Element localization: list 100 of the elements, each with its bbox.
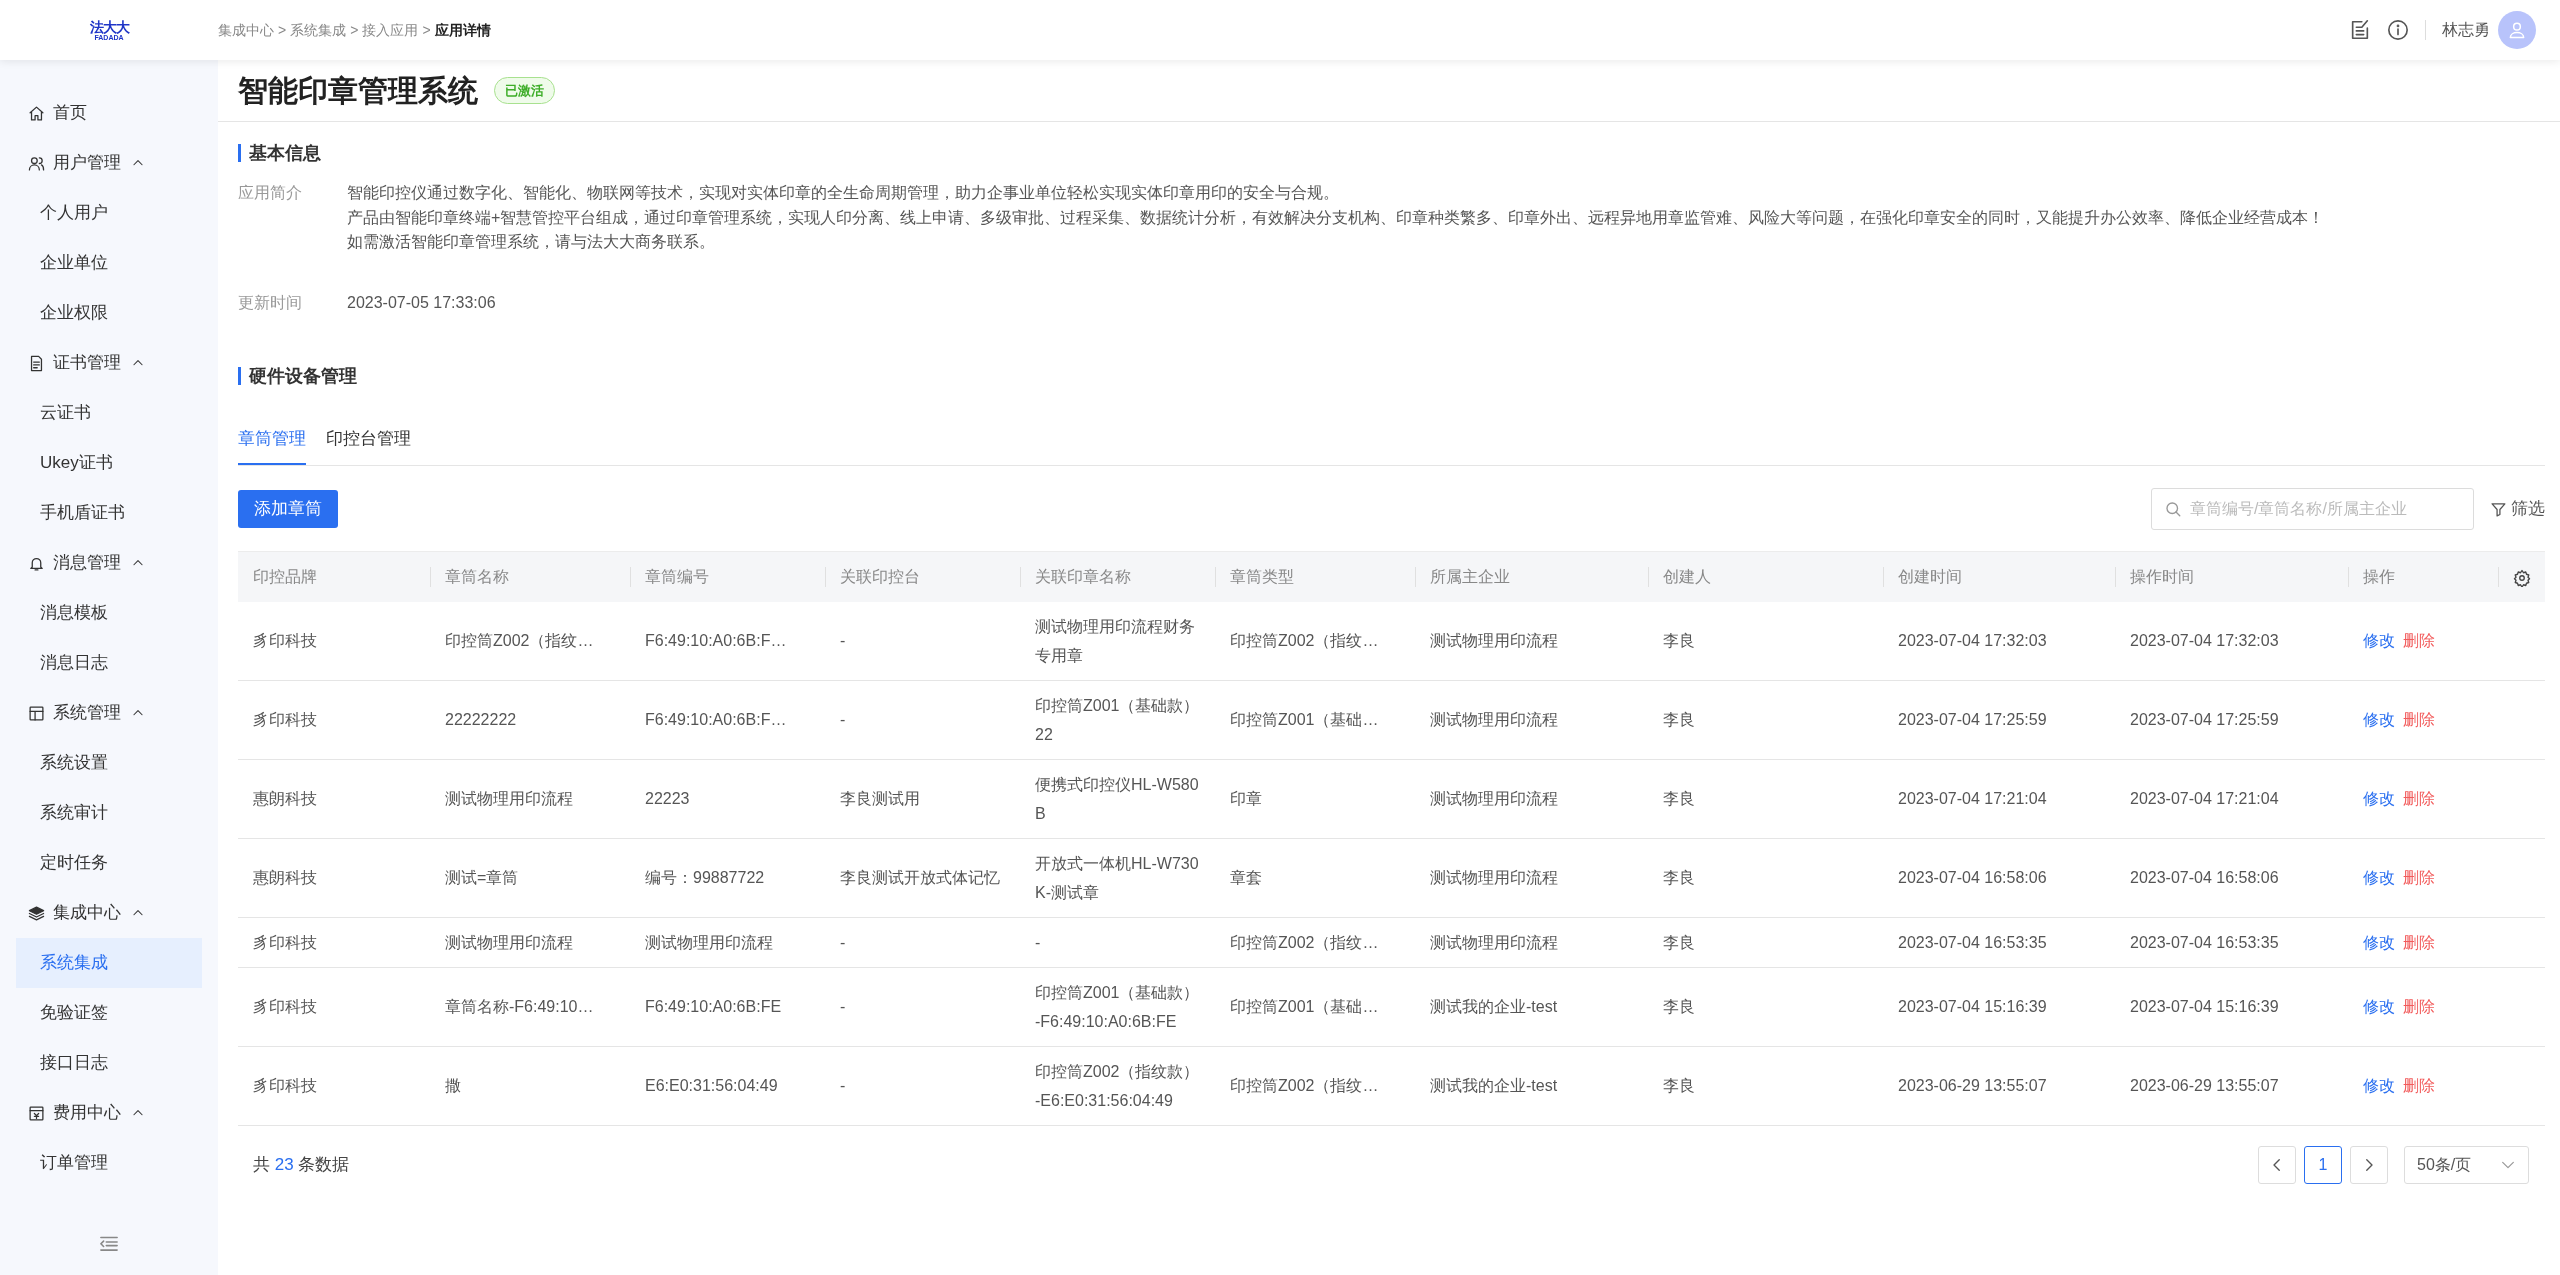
sidebar-subitem[interactable]: 企业权限 xyxy=(16,288,202,338)
total-count-text: 共 23 条数据 xyxy=(253,1153,350,1176)
table-cell: 测试物理用印流程 xyxy=(1415,680,1648,759)
page-button[interactable]: 1 xyxy=(2304,1145,2342,1184)
filter-label: 筛选 xyxy=(2511,498,2545,521)
layout-icon xyxy=(28,704,45,722)
table-cell: 测试物理用印流程 xyxy=(430,917,630,967)
home-icon xyxy=(28,104,45,122)
layers-icon xyxy=(28,904,45,922)
breadcrumb-link[interactable]: 系统集成 xyxy=(290,19,347,41)
tab[interactable]: 印控台管理 xyxy=(326,415,411,465)
field-value: 产品由智能印章终端+智慧管控平台组成，通过印章管理系统，实现人印分离、线上申请、多级审批、过程采集、数据统计分析，有效解决分支机构、印章种类繁多、印章外出、远程异地用章监管难、风险大等问题，在强化印章安全的同时，又能提升办公效率、降低企业经营成本！ xyxy=(347,207,2325,228)
table-cell: 测试物理用印流程 xyxy=(430,759,630,838)
user-name[interactable]: 林志勇 xyxy=(2442,18,2490,42)
invoice-icon xyxy=(28,1104,45,1122)
sidebar-item[interactable]: 集成中心 xyxy=(53,900,121,926)
table-cell: 测试我的企业-test xyxy=(1415,1046,1648,1125)
settings-icon[interactable] xyxy=(2513,568,2531,587)
table-cell: 李良测试用 xyxy=(825,759,1020,838)
add-button[interactable]: 添加章筒 xyxy=(238,490,338,528)
edit-link[interactable]: 修改 xyxy=(2363,632,2395,649)
table-cell: 李良 xyxy=(1648,917,1883,967)
table-cell: 2023-06-29 13:55:07 xyxy=(1883,1046,2115,1125)
table-cell: 印控筒Z001（基础款）-F6:49:10:A0:6B:FE xyxy=(1020,967,1215,1046)
section-heading: 基本信息 xyxy=(238,144,2545,162)
sidebar-item[interactable]: 用户管理 xyxy=(53,150,121,176)
column-header: 关联印控台 xyxy=(825,551,1020,602)
table-cell: 2023-06-29 13:55:07 xyxy=(2115,1046,2348,1125)
table-cell: 2023-07-04 15:16:39 xyxy=(2115,967,2348,1046)
sidebar-subitem[interactable]: 免验证签 xyxy=(16,988,202,1038)
table-cell: 豸印科技 xyxy=(238,601,430,680)
column-header: 章筒编号 xyxy=(630,551,825,602)
table-cell: 豸印科技 xyxy=(238,1046,430,1125)
table-cell: - xyxy=(825,680,1020,759)
table-cell: 李良 xyxy=(1648,1046,1883,1125)
sidebar-subitem[interactable]: 定时任务 xyxy=(16,838,202,888)
edit-link[interactable]: 修改 xyxy=(2363,1077,2395,1094)
column-header: 创建人 xyxy=(1648,551,1883,602)
sidebar-item[interactable]: 证书管理 xyxy=(53,350,121,376)
table-cell: F6:49:10:A0:6B:F… xyxy=(630,601,825,680)
breadcrumb-link[interactable]: 接入应用 xyxy=(362,19,419,41)
table-cell: 2023-07-04 16:53:35 xyxy=(2115,917,2348,967)
field-label: 应用简介 xyxy=(238,183,303,203)
edit-note-icon[interactable] xyxy=(2349,19,2371,41)
edit-link[interactable]: 修改 xyxy=(2363,790,2395,807)
table-cell: - xyxy=(825,967,1020,1046)
sidebar-item[interactable]: 费用中心 xyxy=(53,1100,121,1126)
breadcrumb-separator: > xyxy=(350,20,359,40)
table-cell: 印控筒Z001（基础款）22 xyxy=(1020,680,1215,759)
table-cell: 豸印科技 xyxy=(238,917,430,967)
sidebar-subitem[interactable]: 系统审计 xyxy=(16,788,202,838)
tab[interactable]: 章筒管理 xyxy=(238,415,306,465)
table-cell: - xyxy=(825,601,1020,680)
edit-link[interactable]: 修改 xyxy=(2363,869,2395,886)
sidebar-subitem[interactable]: 个人用户 xyxy=(16,188,202,238)
table-cell: 测试物理用印流程 xyxy=(1415,601,1648,680)
edit-link[interactable]: 修改 xyxy=(2363,998,2395,1015)
sidebar-item[interactable]: 首页 xyxy=(53,100,87,126)
sidebar-subitem[interactable]: 系统设置 xyxy=(16,738,202,788)
table-cell: 撒 xyxy=(430,1046,630,1125)
table-cell: 2023-07-04 16:53:35 xyxy=(1883,917,2115,967)
table-cell: 李良 xyxy=(1648,838,1883,917)
table-cell: 测试物理用印流程 xyxy=(630,917,825,967)
table-cell: - xyxy=(1020,917,1215,967)
table-cell: 测试物理用印流程 xyxy=(1415,917,1648,967)
table-cell: 22223 xyxy=(630,759,825,838)
info-icon[interactable] xyxy=(2387,19,2409,41)
sidebar-subitem[interactable]: 消息日志 xyxy=(16,638,202,688)
search-field[interactable]: 章筒编号/章筒名称/所属主企业 xyxy=(2151,488,2474,530)
page-size-value: 50条/页 xyxy=(2417,1154,2472,1175)
table-cell: F6:49:10:A0:6B:FE xyxy=(630,967,825,1046)
sidebar-item[interactable]: 消息管理 xyxy=(53,550,121,576)
field-label: 更新时间 xyxy=(238,292,303,313)
table-cell: - xyxy=(825,917,1020,967)
sidebar-subitem[interactable]: 手机盾证书 xyxy=(16,488,202,538)
sidebar-item[interactable]: 系统管理 xyxy=(53,700,121,726)
table-cell: 印控筒Z002（指纹… xyxy=(1215,601,1415,680)
breadcrumb-link[interactable]: 集成中心 xyxy=(218,19,274,41)
edit-link[interactable]: 修改 xyxy=(2363,933,2395,951)
table-cell: 2023-07-04 17:32:03 xyxy=(2115,601,2348,680)
sidebar-subitem[interactable]: 企业单位 xyxy=(16,238,202,288)
table-cell: 2023-07-04 17:21:04 xyxy=(1883,759,2115,838)
field-value: 如需激活智能印章管理系统，请与法大大商务联系。 xyxy=(347,232,716,252)
sidebar-subitem[interactable]: 云证书 xyxy=(16,388,202,438)
table-cell: 测试我的企业-test xyxy=(1415,967,1648,1046)
table-cell: 22222222 xyxy=(430,680,630,759)
filter-button[interactable]: 筛选 xyxy=(2490,496,2545,522)
sidebar-subitem[interactable]: 消息模板 xyxy=(16,588,202,638)
table-cell: 豸印科技 xyxy=(238,680,430,759)
table-cell: 惠朗科技 xyxy=(238,759,430,838)
page-size-dropdown[interactable]: 50条/页 xyxy=(2404,1145,2529,1184)
table-cell: E6:E0:31:56:04:49 xyxy=(630,1046,825,1125)
sidebar-subitem[interactable]: 系统集成 xyxy=(16,938,202,988)
edit-link[interactable]: 修改 xyxy=(2363,711,2395,728)
table-cell: 2023-07-04 16:58:06 xyxy=(2115,838,2348,917)
sidebar-subitem[interactable]: Ukey证书 xyxy=(16,438,202,488)
table-cell: 惠朗科技 xyxy=(238,838,430,917)
sidebar-subitem[interactable]: 接口日志 xyxy=(16,1038,202,1088)
column-header: 所属主企业 xyxy=(1415,551,1648,602)
sidebar-subitem[interactable]: 订单管理 xyxy=(16,1138,202,1188)
